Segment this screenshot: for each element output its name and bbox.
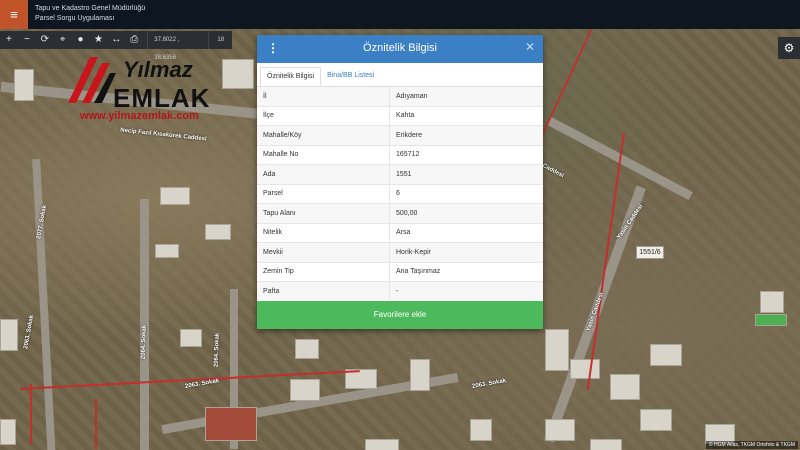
hamburger-icon[interactable]: ≡: [0, 0, 28, 29]
row-value: Arsa: [389, 223, 543, 243]
row-value: Horik-Kepir: [389, 242, 543, 263]
zoom-level: 18: [217, 37, 225, 43]
row-key: Ada: [257, 164, 390, 185]
refresh-icon[interactable]: ⟳: [36, 31, 54, 49]
zoom-out-icon[interactable]: −: [18, 31, 36, 49]
parcel-tag: 1551/6: [636, 246, 664, 259]
row-value: Kahta: [389, 106, 543, 126]
tab-building-list[interactable]: Bina/BB Listesi: [321, 67, 380, 86]
print-icon[interactable]: ⎙: [125, 31, 143, 49]
panel-title: Öznitelik Bilgisi: [363, 42, 437, 54]
street-label: 2063. Sokak: [471, 378, 507, 390]
row-key: Zemin Tip: [257, 262, 390, 282]
zoom-in-icon[interactable]: +: [0, 31, 18, 49]
panel-header: ⋮ Öznitelik Bilgisi ✕: [257, 35, 543, 63]
attribute-panel: ⋮ Öznitelik Bilgisi ✕ Öznitelik Bilgisi …: [257, 35, 543, 329]
row-key: İl: [257, 87, 390, 107]
row-key: Nitelik: [257, 223, 390, 243]
table-row: Ada 1551: [257, 164, 543, 185]
table-row: Tapu Alanı 500,00: [257, 203, 543, 224]
row-key: Pafta: [257, 281, 390, 302]
table-row: Parsel 6: [257, 184, 543, 204]
measure-icon[interactable]: ↔: [107, 31, 125, 49]
map-toolbar: + − ⟳ ⌖ ● ★ ↔ ⎙ 37.8022 , 38.6356 18: [0, 31, 232, 61]
coordinate-readout: 37.8022 , 38.6356: [147, 31, 210, 61]
panel-tabs: Öznitelik Bilgisi Bina/BB Listesi: [257, 63, 543, 87]
map-attribution: © HGM Atlas, TKGM Ortofoto & TKGM: [705, 441, 798, 449]
star-icon[interactable]: ★: [90, 31, 108, 49]
row-key: Mahalle/Köy: [257, 125, 390, 146]
app-title-line1: Tapu ve Kadastro Genel Müdürlüğü: [35, 5, 146, 12]
row-value: Erikdere: [389, 125, 543, 146]
street-label: 2064. Sokak: [140, 324, 148, 360]
row-value: 500,00: [389, 203, 543, 224]
table-row: Mevkii Horik-Kepir: [257, 242, 543, 263]
settings-gear-icon[interactable]: ⚙: [778, 37, 800, 59]
logo-mark-icon: [68, 57, 116, 103]
add-to-favorites-button[interactable]: Favorilere ekle: [257, 301, 543, 329]
row-value: 6: [389, 184, 543, 204]
top-bar: ≡ Tapu ve Kadastro Genel Müdürlüğü Parse…: [0, 0, 800, 29]
row-key: Mahalle No: [257, 145, 390, 165]
table-row: Zemin Tip Ana Taşınmaz: [257, 262, 543, 282]
close-icon[interactable]: ✕: [525, 40, 535, 54]
row-value: 1551: [389, 164, 543, 185]
location-pin-icon[interactable]: ●: [72, 31, 90, 49]
row-value: -: [389, 281, 543, 302]
app-title: Tapu ve Kadastro Genel Müdürlüğü Parsel …: [35, 4, 145, 24]
row-value: 165712: [389, 145, 543, 165]
table-row: Mahalle/Köy Erikdere: [257, 125, 543, 146]
tab-attributes[interactable]: Öznitelik Bilgisi: [260, 67, 322, 86]
street-label: Necip Fazıl Kısakürek Caddesi: [119, 127, 207, 143]
locate-icon[interactable]: ⌖: [54, 31, 72, 49]
row-key: Parsel: [257, 184, 390, 204]
table-row: Mahalle No 165712: [257, 145, 543, 165]
table-row: İl Adıyaman: [257, 87, 543, 107]
logo-name: Yılmaz: [123, 57, 193, 82]
street-label: 2064. Sokak: [213, 332, 221, 368]
app-title-line2: Parsel Sorgu Uygulaması: [35, 15, 115, 22]
table-row: İlçe Kahta: [257, 106, 543, 126]
row-key: Mevkii: [257, 242, 390, 263]
table-row: Nitelik Arsa: [257, 223, 543, 243]
row-value: Adıyaman: [389, 87, 543, 107]
table-row: Pafta -: [257, 281, 543, 302]
row-key: Tapu Alanı: [257, 203, 390, 224]
row-key: İlçe: [257, 106, 390, 126]
row-value: Ana Taşınmaz: [389, 262, 543, 282]
attribute-table: İl Adıyaman İlçe Kahta Mahalle/Köy Erikdere…: [257, 87, 543, 302]
street-label: 2063. Sokak: [23, 314, 36, 350]
logo-url: www.yilmazemlak.com: [80, 110, 199, 122]
